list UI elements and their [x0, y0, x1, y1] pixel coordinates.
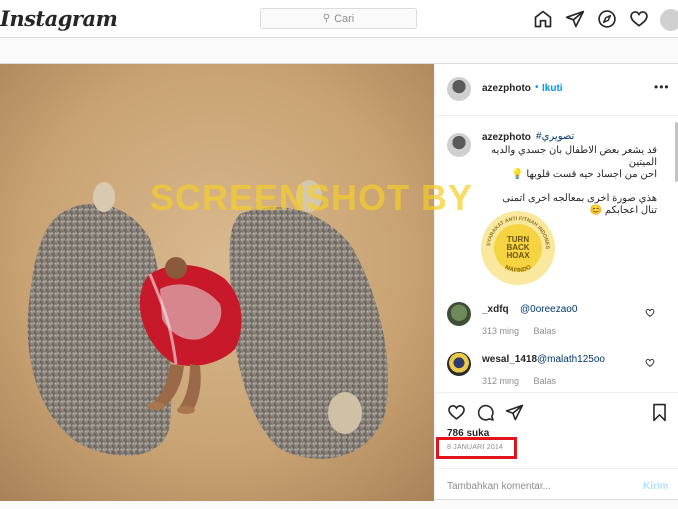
comment-meta: 313 ming Balas — [482, 326, 568, 336]
instagram-logo[interactable]: Instagram — [0, 6, 118, 31]
comment-mention[interactable]: @malath125oo — [537, 354, 605, 365]
profile-avatar[interactable] — [660, 9, 678, 31]
turnbackhoax-seal: MASYARAKAT ANTI FITNAH INDONESIA TURN BA… — [478, 208, 555, 285]
search-input[interactable]: ⚲ Cari — [260, 8, 417, 29]
add-comment-input[interactable]: Tambahkan komentar... — [447, 481, 551, 492]
comment-like-icon[interactable] — [645, 358, 655, 368]
home-icon[interactable] — [533, 9, 553, 29]
caption-author-username[interactable]: azezphoto — [482, 132, 531, 143]
add-comment-bar: Tambahkan komentar... Kirim — [435, 468, 678, 502]
caption-line: قد يشعر بعض الاطفال بان جسدي والديه — [491, 145, 657, 156]
author-username[interactable]: azezphoto — [482, 83, 531, 94]
author-avatar[interactable] — [447, 77, 471, 101]
commenter-avatar[interactable] — [447, 302, 471, 326]
comment-time: 312 ming — [482, 376, 520, 386]
post-comment-button[interactable]: Kirim — [643, 481, 669, 492]
post-actions: 786 suka 8 JANUARI 2014 Tambahkan koment… — [435, 392, 678, 501]
separator-dot: • — [535, 82, 539, 93]
nav-icons — [533, 9, 649, 29]
bookmark-icon[interactable] — [651, 403, 668, 422]
commenter-avatar[interactable] — [447, 352, 471, 376]
caption-hashtag[interactable]: #تصويري — [536, 131, 574, 142]
reply-button[interactable]: Balas — [534, 326, 557, 336]
seal-center-line: HOAX — [506, 251, 530, 260]
commenter-username[interactable]: _xdfq — [482, 304, 509, 315]
explore-icon[interactable] — [597, 9, 617, 29]
follow-button[interactable]: Ikuti — [542, 83, 563, 94]
caption-line: احن من اجساد حيه قست قلوبها 💡 — [511, 169, 657, 180]
caption-line: هذي صورة اخرى بمعالجه اخرى اتمنى — [502, 193, 657, 204]
comment-time: 313 ming — [482, 326, 520, 336]
more-options-icon[interactable]: ••• — [654, 80, 670, 94]
post-date[interactable]: 8 JANUARI 2014 — [447, 444, 503, 451]
search-placeholder: Cari — [334, 12, 355, 25]
post-card: azezphoto • Ikuti ••• azezphoto #تصويري … — [0, 63, 678, 501]
post-photo[interactable] — [0, 64, 434, 501]
activity-heart-icon[interactable] — [629, 9, 649, 29]
caption-line: الميتين — [628, 157, 657, 168]
comment-mention[interactable]: @0oreezao0 — [520, 304, 577, 315]
caption-author-avatar[interactable] — [447, 133, 471, 157]
action-icons — [447, 403, 524, 422]
caption-text: قد يشعر بعض الاطفال بان جسدي والديه المي… — [482, 145, 657, 217]
search-icon: ⚲ — [322, 13, 331, 24]
commenter-username[interactable]: wesal_1418 — [482, 354, 537, 365]
comment-meta: 312 ming Balas — [482, 376, 568, 386]
top-nav: Instagram ⚲ Cari — [0, 0, 678, 38]
reply-button[interactable]: Balas — [534, 376, 557, 386]
comment-like-icon[interactable] — [645, 308, 655, 318]
share-direct-icon[interactable] — [505, 403, 524, 422]
comment-bubble-icon[interactable] — [476, 403, 495, 422]
photo-graves-child — [0, 64, 434, 501]
post-header: azezphoto • Ikuti ••• — [435, 64, 678, 116]
like-heart-icon[interactable] — [447, 403, 466, 422]
screenshot-watermark: SCREENSHOT BY — [150, 177, 474, 218]
direct-icon[interactable] — [565, 9, 585, 29]
